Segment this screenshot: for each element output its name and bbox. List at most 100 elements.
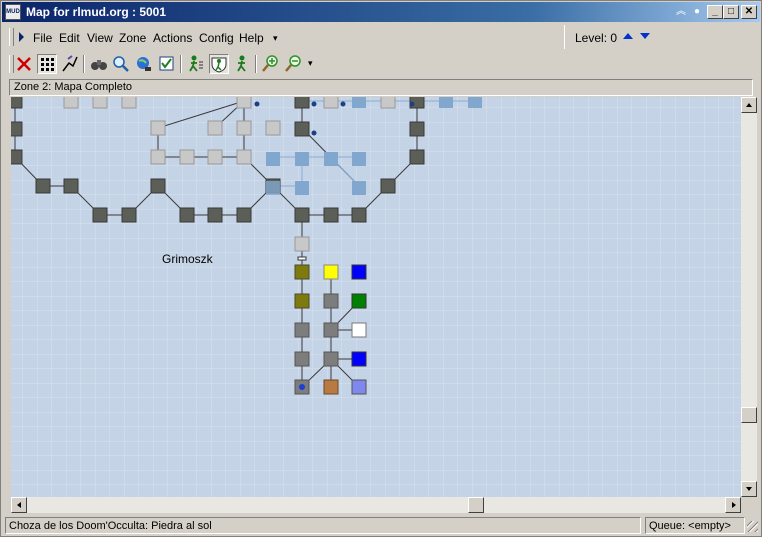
horizontal-scrollbar[interactable]	[11, 497, 741, 513]
map-room[interactable]	[207, 149, 223, 165]
map-room[interactable]	[11, 121, 23, 137]
speedwalk-button[interactable]	[232, 54, 252, 74]
map-room[interactable]	[352, 152, 366, 166]
map-room[interactable]	[294, 293, 310, 309]
map-room[interactable]	[351, 379, 367, 395]
scroll-left-button[interactable]	[11, 497, 27, 513]
map-room[interactable]	[179, 149, 195, 165]
map-room[interactable]	[11, 97, 23, 109]
map-room[interactable]	[236, 120, 252, 136]
map-canvas[interactable]: Grimoszk	[11, 97, 741, 497]
map-room[interactable]	[352, 97, 366, 108]
menu-actions[interactable]: Actions	[153, 31, 192, 45]
level-down-icon[interactable]	[640, 33, 650, 39]
map-room[interactable]	[63, 97, 79, 109]
scroll-down-button[interactable]	[741, 481, 757, 497]
map-room[interactable]	[323, 97, 339, 109]
map-room[interactable]	[236, 149, 252, 165]
map-room[interactable]	[179, 207, 195, 223]
menu-overflow-chevron-icon[interactable]: ▾	[273, 33, 278, 44]
map-room[interactable]	[409, 149, 425, 165]
map-room[interactable]	[323, 379, 339, 395]
map-room[interactable]	[150, 178, 166, 194]
map-room[interactable]	[323, 264, 339, 280]
map-room[interactable]	[351, 264, 367, 280]
map-room[interactable]	[92, 97, 108, 109]
menu-file[interactable]: File	[33, 31, 52, 45]
map-room[interactable]	[294, 97, 310, 109]
vertical-scroll-thumb[interactable]	[741, 407, 757, 423]
map-room[interactable]	[351, 351, 367, 367]
map-room[interactable]	[11, 149, 23, 165]
map-room[interactable]	[294, 351, 310, 367]
map-room[interactable]	[380, 178, 396, 194]
menu-config[interactable]: Config	[199, 31, 234, 45]
map-svg[interactable]: Grimoszk	[11, 97, 741, 497]
toolbar-overflow-chevron-icon[interactable]: ▾	[308, 58, 313, 69]
map-room[interactable]	[409, 121, 425, 137]
menu-zone[interactable]: Zone	[119, 31, 146, 45]
rollup-icon[interactable]: ︽	[674, 6, 688, 18]
map-room[interactable]	[35, 178, 51, 194]
map-room[interactable]	[323, 207, 339, 223]
find-button[interactable]	[111, 54, 131, 74]
map-room[interactable]	[323, 351, 339, 367]
map-room[interactable]	[294, 264, 310, 280]
title-bar[interactable]: MUD Map for rlmud.org : 5001 ︽ ● _ □ ✕	[2, 2, 760, 22]
map-room[interactable]	[351, 207, 367, 223]
menu-edit[interactable]: Edit	[59, 31, 80, 45]
map-room[interactable]	[324, 152, 338, 166]
pin-icon[interactable]: ●	[690, 6, 704, 18]
path-mode-icon	[62, 55, 78, 72]
maximize-button[interactable]: □	[723, 5, 739, 19]
level-up-icon[interactable]	[623, 33, 633, 39]
map-room[interactable]	[150, 149, 166, 165]
map-room[interactable]	[352, 181, 366, 195]
map-room[interactable]	[207, 120, 223, 136]
map-room[interactable]	[323, 322, 339, 338]
map-room[interactable]	[323, 293, 339, 309]
vertical-scrollbar[interactable]	[741, 97, 757, 497]
map-room[interactable]	[150, 120, 166, 136]
map-room[interactable]	[380, 97, 396, 109]
map-room[interactable]	[236, 97, 252, 109]
map-room[interactable]	[92, 207, 108, 223]
delete-button[interactable]	[14, 54, 34, 74]
map-room[interactable]	[295, 152, 309, 166]
map-room[interactable]	[265, 120, 281, 136]
horizontal-scroll-thumb[interactable]	[468, 497, 484, 513]
menu-help[interactable]: Help	[239, 31, 264, 45]
map-room[interactable]	[294, 207, 310, 223]
globe-button[interactable]	[134, 54, 154, 74]
map-room[interactable]	[266, 152, 280, 166]
map-room[interactable]	[351, 322, 367, 338]
map-room[interactable]	[294, 322, 310, 338]
scroll-right-button[interactable]	[725, 497, 741, 513]
binoculars-button[interactable]	[89, 54, 109, 74]
map-room[interactable]	[294, 236, 310, 252]
close-button[interactable]: ✕	[741, 5, 757, 19]
shield-walk-button[interactable]	[209, 54, 229, 74]
walk-button[interactable]	[186, 54, 206, 74]
zoom-in-button[interactable]	[261, 54, 281, 74]
map-room[interactable]	[266, 181, 280, 195]
map-room[interactable]	[121, 207, 137, 223]
checkbox-button[interactable]	[157, 54, 177, 74]
resize-grip-icon[interactable]	[747, 521, 758, 532]
menu-view[interactable]: View	[87, 31, 113, 45]
map-room[interactable]	[294, 121, 310, 137]
scroll-up-button[interactable]	[741, 97, 757, 113]
map-room[interactable]	[236, 207, 252, 223]
map-room[interactable]	[295, 181, 309, 195]
map-room[interactable]	[351, 293, 367, 309]
menubar-grip[interactable]	[9, 28, 14, 46]
zoom-out-button[interactable]	[284, 54, 304, 74]
map-room[interactable]	[63, 178, 79, 194]
path-mode-button[interactable]	[60, 54, 80, 74]
map-room[interactable]	[439, 97, 453, 108]
map-room[interactable]	[207, 207, 223, 223]
minimize-button[interactable]: _	[707, 5, 723, 19]
select-mode-button[interactable]	[37, 54, 57, 74]
map-room[interactable]	[121, 97, 137, 109]
map-room[interactable]	[468, 97, 482, 108]
